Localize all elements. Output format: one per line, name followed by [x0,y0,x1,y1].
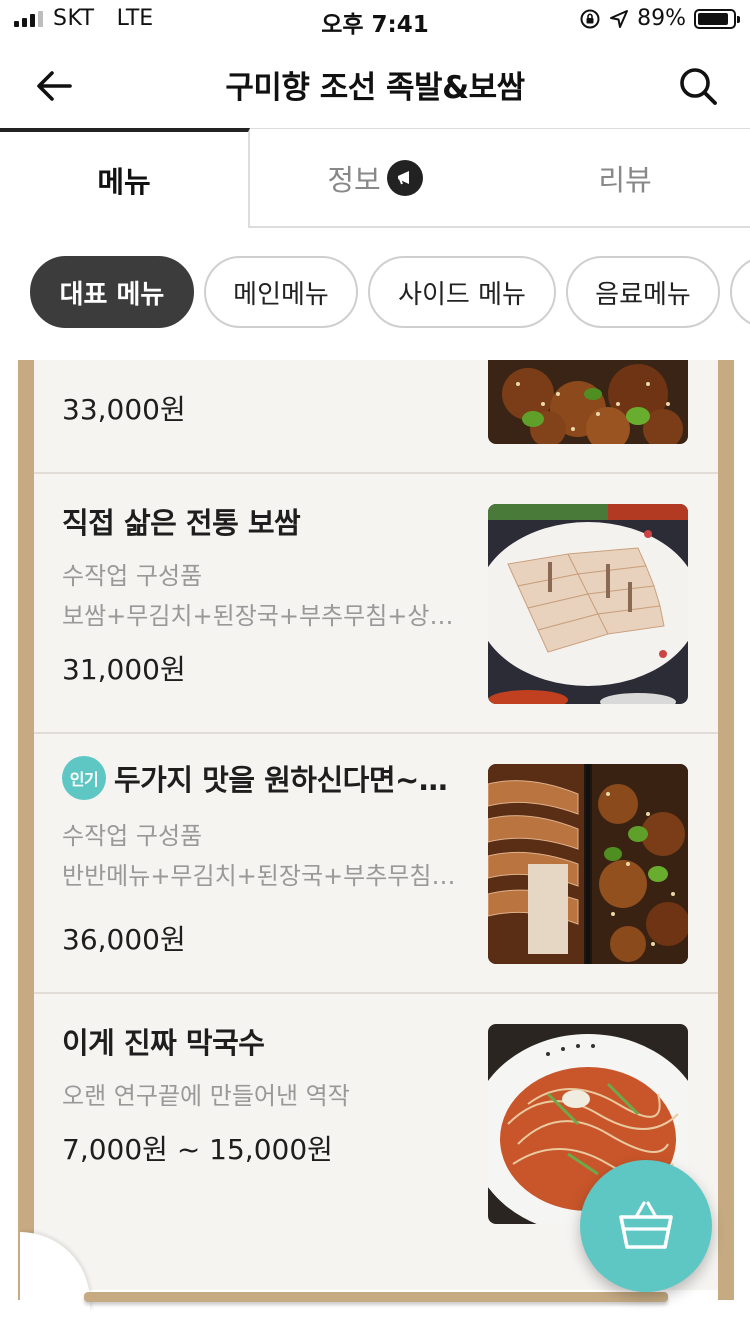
item-title-row: 인기 두가지 맛을 원하신다면~… [62,756,462,800]
app-header: 구미향 조선 족발&보쌈 [0,44,750,124]
location-icon [609,9,629,29]
menu-list: 33,000원 직접 삶은 전통 보쌈 수작업 구성품 보쌈+무김치+된장국+부… [34,360,718,1290]
item-name: 직접 삶은 전통 보쌈 [62,506,301,540]
item-desc: 수작업 구성품 [62,562,203,590]
search-button[interactable] [674,62,722,110]
food-image-bossam [488,504,688,704]
item-name: 두가지 맛을 원하신다면~… [114,763,448,797]
tab-info[interactable]: 정보 [250,128,500,228]
item-name: 이게 진짜 막국수 [62,1026,265,1060]
tab-review-label: 리뷰 [598,162,652,197]
chip-main-menu[interactable]: 메인메뉴 [204,256,358,328]
chip-side-menu[interactable]: 사이드 메뉴 [368,256,556,328]
item-price: 7,000원 ~ 15,000원 [62,1133,333,1166]
item-price: 33,000원 [62,393,186,426]
page-title: 구미향 조선 족발&보쌈 [225,70,525,106]
tab-menu[interactable]: 메뉴 [0,128,250,228]
tab-review[interactable]: 리뷰 [500,128,750,228]
item-desc-detail: 반반메뉴+무김치+된장국+부추무침… [62,862,456,890]
menu-item[interactable]: 인기 두가지 맛을 원하신다면~… 수작업 구성품 반반메뉴+무김치+된장국+부… [34,734,718,994]
battery-percent: 89% [637,6,686,31]
chip-more[interactable] [730,256,750,328]
item-desc-detail: 보쌈+무김치+된장국+부추무침+상… [62,602,454,630]
rotation-lock-icon [579,8,601,30]
status-bar: SKT LTE 오후 7:41 89% [0,0,750,40]
status-right: 89% [579,6,740,31]
item-desc: 수작업 구성품 [62,822,203,850]
search-icon [680,68,717,105]
tab-bar: 메뉴 정보 리뷰 [0,128,750,228]
menu-board-bottom [84,1292,668,1302]
menu-item[interactable]: 33,000원 [34,360,718,474]
food-image-half-half [488,764,688,964]
basket-icon [619,1201,673,1249]
item-price: 36,000원 [62,923,186,956]
item-price: 31,000원 [62,653,186,686]
chip-drinks[interactable]: 음료메뉴 [566,256,720,328]
chip-representative[interactable]: 대표 메뉴 [30,256,194,328]
battery-icon [694,8,740,29]
item-desc: 오랜 연구끝에 만들어낸 역작 [62,1082,350,1110]
megaphone-icon [386,159,423,196]
cart-button[interactable] [580,1160,712,1292]
food-image-jokbal-spicy [488,360,688,444]
category-chips: 대표 메뉴 메인메뉴 사이드 메뉴 음료메뉴 [0,256,750,330]
menu-item[interactable]: 직접 삶은 전통 보쌈 수작업 구성품 보쌈+무김치+된장국+부추무침+상… 3… [34,474,718,734]
tab-info-label: 정보 [327,162,381,197]
popular-badge: 인기 [62,756,106,800]
tab-menu-label: 메뉴 [97,165,151,199]
